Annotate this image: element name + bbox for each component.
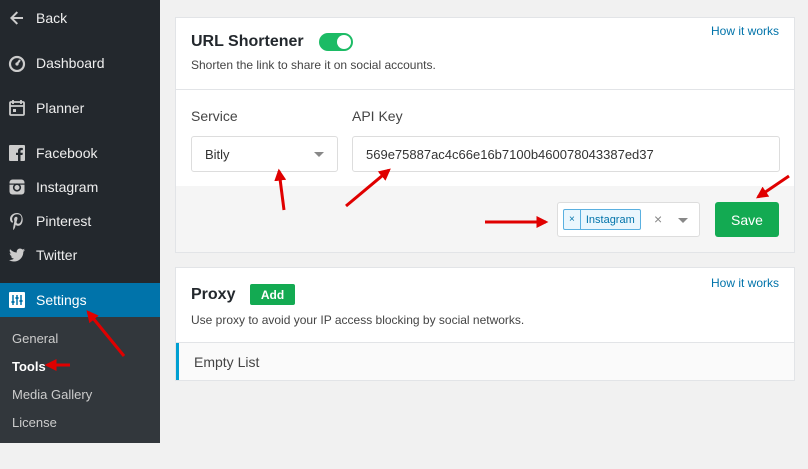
proxy-panel: How it works Proxy Add Use proxy to avoi… [175, 267, 795, 381]
sidebar-item-planner[interactable]: Planner [0, 91, 160, 125]
dashboard-icon [8, 54, 26, 72]
remove-tag-icon[interactable]: × [564, 210, 581, 229]
chevron-down-icon[interactable] [678, 218, 688, 223]
url-shortener-title: URL Shortener [191, 33, 304, 50]
proxy-title: Proxy [191, 286, 236, 303]
service-select[interactable]: Bitly [191, 136, 338, 172]
pinterest-icon [8, 212, 26, 230]
account-tag-label: Instagram [585, 213, 635, 226]
submenu-item-tools[interactable]: Tools [12, 359, 46, 374]
twitter-icon [8, 246, 26, 264]
facebook-icon [8, 144, 26, 162]
sidebar-item-twitter[interactable]: Twitter [0, 238, 160, 272]
submenu-item-general[interactable]: General [12, 331, 58, 346]
api-key-input[interactable]: 569e75887ac4c66e16b7100b460078043387ed37 [352, 136, 780, 172]
sidebar-item-label: Pinterest [36, 213, 92, 229]
settings-icon [8, 291, 26, 309]
submenu-item-license[interactable]: License [12, 415, 57, 430]
service-label: Service [191, 108, 238, 124]
divider [176, 89, 794, 90]
url-shortener-footer: × Instagram × Save [176, 186, 794, 252]
empty-list-text: Empty List [194, 354, 260, 370]
sidebar-item-label: Dashboard [36, 55, 105, 71]
sidebar-item-label: Planner [36, 100, 85, 116]
sidebar-item-label: Twitter [36, 247, 78, 263]
sidebar-item-settings[interactable]: Settings [0, 283, 160, 317]
sidebar-item-instagram[interactable]: Instagram [0, 170, 160, 204]
sidebar-item-label: Settings [36, 292, 87, 308]
sidebar-item-label: Facebook [36, 145, 98, 161]
sidebar-item-label: Instagram [36, 179, 99, 195]
add-proxy-button[interactable]: Add [250, 284, 295, 305]
instagram-icon [8, 178, 26, 196]
url-shortener-panel: How it works URL Shortener Shorten the l… [175, 17, 795, 253]
service-value: Bitly [205, 147, 230, 162]
arrow-left-icon [8, 9, 26, 27]
proxy-description: Use proxy to avoid your IP access blocki… [191, 313, 525, 327]
chevron-down-icon [314, 152, 324, 157]
url-shortener-description: Shorten the link to share it on social a… [191, 58, 436, 72]
settings-submenu: General Tools Media Gallery License [0, 317, 160, 443]
how-it-works-link[interactable]: How it works [711, 276, 779, 290]
toggle-knob [337, 35, 351, 49]
submenu-item-media-gallery[interactable]: Media Gallery [12, 387, 92, 402]
how-it-works-link[interactable]: How it works [711, 24, 779, 38]
back-link[interactable]: Back [0, 1, 160, 35]
api-key-value: 569e75887ac4c66e16b7100b460078043387ed37 [366, 147, 654, 162]
sidebar-item-pinterest[interactable]: Pinterest [0, 204, 160, 238]
sidebar-item-dashboard[interactable]: Dashboard [0, 46, 160, 80]
api-key-label: API Key [352, 108, 403, 124]
url-shortener-toggle[interactable] [319, 33, 353, 51]
proxy-empty-list: Empty List [176, 343, 794, 380]
sidebar-item-facebook[interactable]: Facebook [0, 136, 160, 170]
calendar-icon [8, 99, 26, 117]
save-button[interactable]: Save [715, 202, 779, 237]
back-label: Back [36, 10, 68, 26]
clear-icon[interactable]: × [654, 211, 662, 227]
account-tag-instagram: × Instagram [563, 209, 641, 230]
accounts-select[interactable]: × Instagram × [557, 202, 700, 237]
